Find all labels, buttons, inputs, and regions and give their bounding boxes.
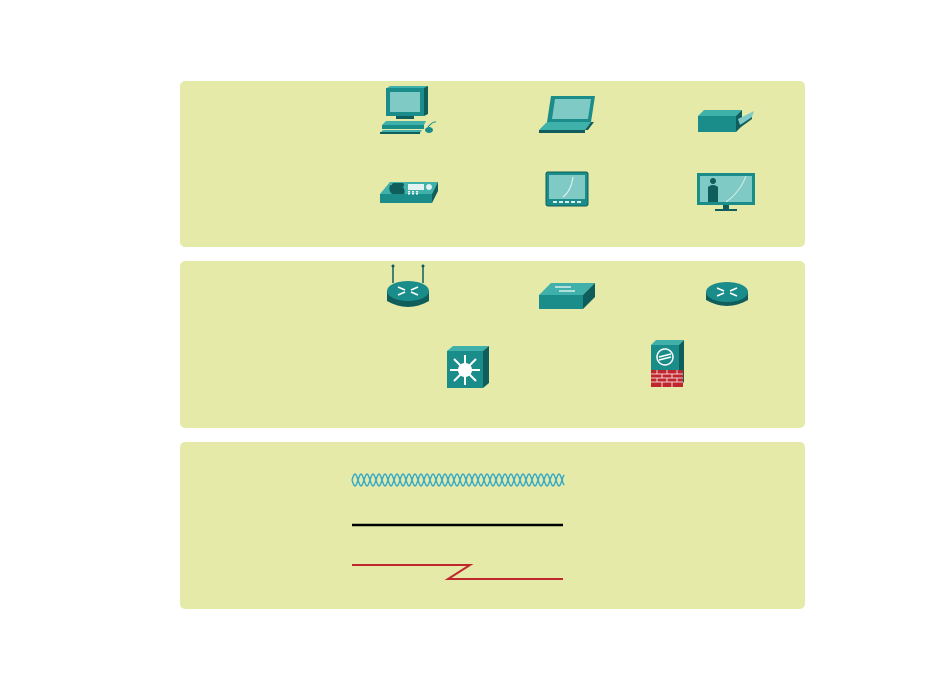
wan-media-icon bbox=[352, 562, 564, 582]
wireless-media-icon bbox=[350, 469, 566, 491]
ip-phone-icon bbox=[378, 176, 440, 206]
lan-switch-icon bbox=[537, 281, 597, 311]
wireless-router-icon bbox=[385, 263, 431, 311]
multilayer-switch-icon bbox=[445, 345, 491, 389]
laptop-icon bbox=[537, 94, 597, 134]
router-icon bbox=[704, 278, 750, 312]
desktop-pc-icon bbox=[378, 85, 438, 135]
firewall-icon bbox=[649, 339, 685, 389]
printer-icon bbox=[696, 107, 758, 135]
lan-media-icon bbox=[352, 522, 564, 528]
tablet-icon bbox=[545, 171, 589, 207]
telepresence-icon bbox=[696, 172, 756, 212]
end-devices-panel bbox=[180, 81, 805, 247]
